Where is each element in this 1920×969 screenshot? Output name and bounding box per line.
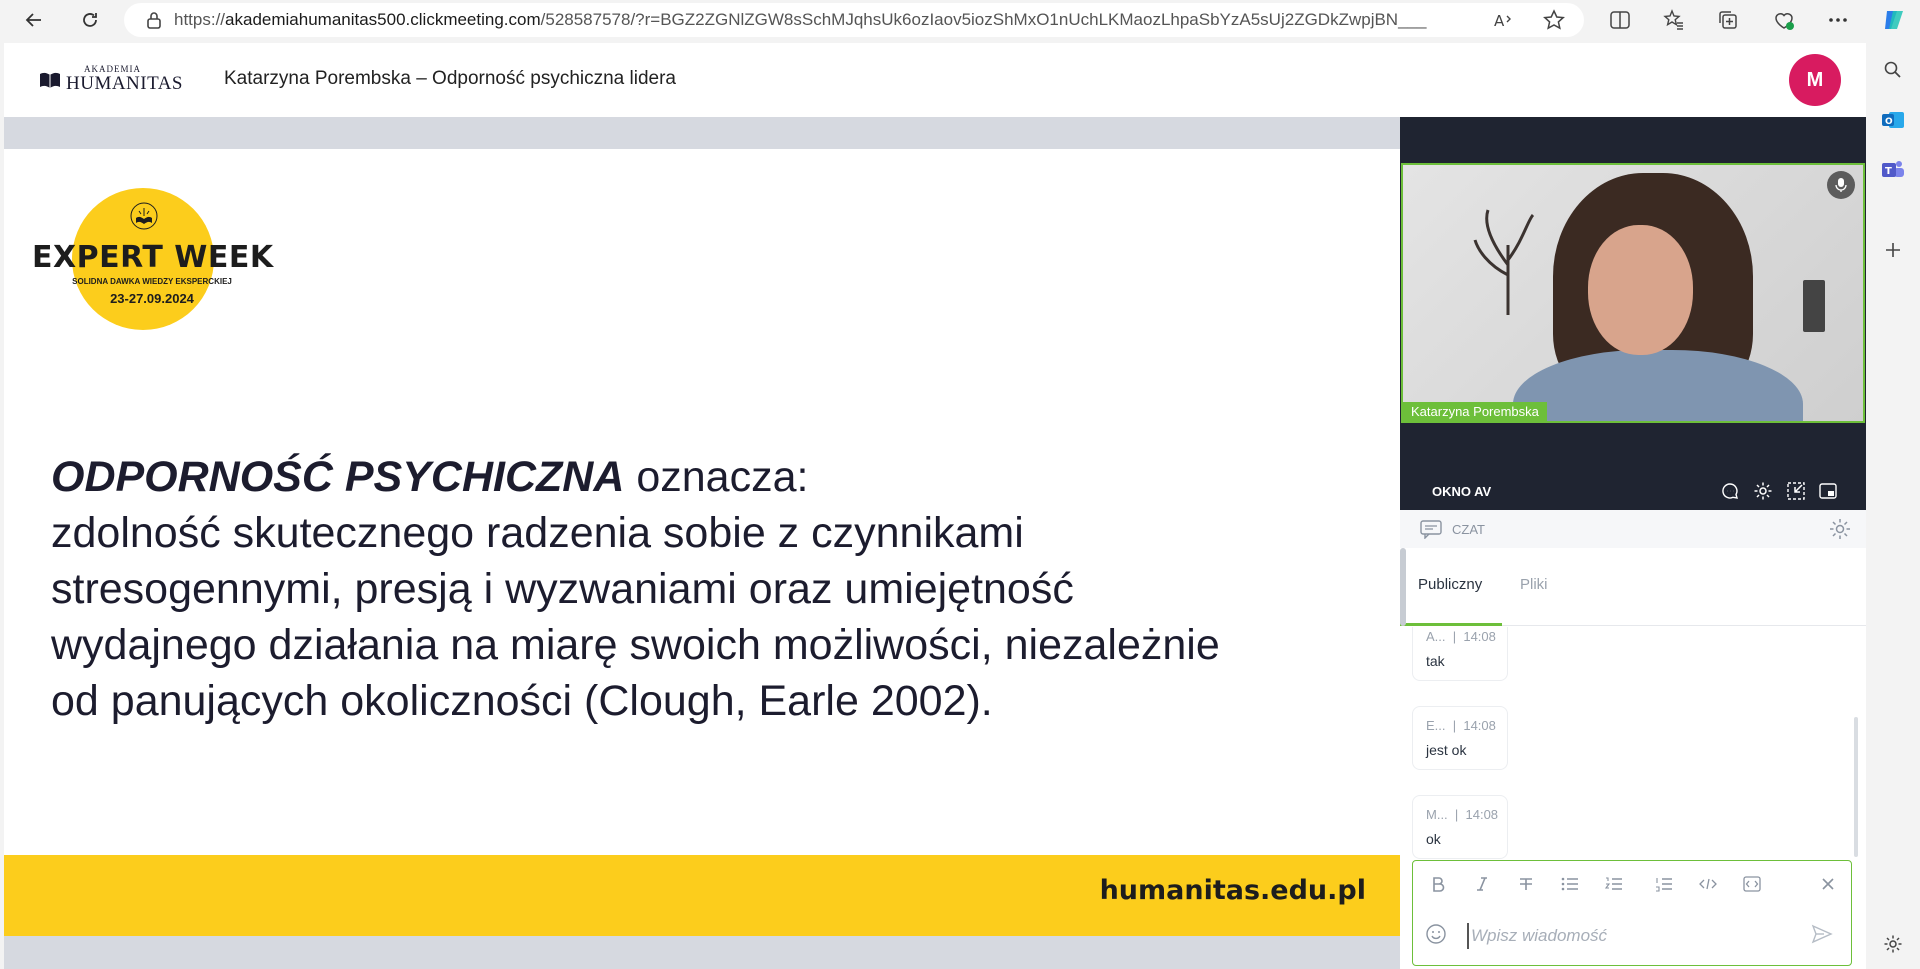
message-meta: A... | 14:08 [1426,629,1496,644]
slide-line-1: zdolność skutecznego radzenia sobie z cz… [51,509,1024,557]
slide-line-3: wydajnego działania na miarę swoich możl… [51,621,1220,669]
close-icon[interactable] [1815,871,1841,897]
more-icon[interactable] [1824,6,1852,34]
chat-scrollbar[interactable] [1854,717,1858,857]
minimize-video-icon[interactable] [1784,479,1808,503]
svg-text:O: O [1885,117,1893,127]
slide-body: ODPORNOŚĆ PSYCHICZNA oznacza: zdolność s… [51,449,1381,729]
send-icon[interactable] [1811,923,1837,949]
slide-line-4: od panujących okoliczności (Clough, Earl… [51,677,993,725]
message-input[interactable] [1467,923,1797,949]
side-panel: Katarzyna Porembska OKNO AV CZAT Publicz… [1400,117,1866,969]
favorite-icon[interactable] [1540,6,1568,34]
tab-files[interactable]: Pliki [1520,576,1548,593]
message-meta: E... | 14:08 [1426,718,1496,733]
presentation-area: EXPERT WEEK SOLIDNA DAWKA WIEDZY EKSPERC… [4,117,1400,969]
chat-title: CZAT [1452,522,1485,537]
address-bar[interactable]: https://akademiahumanitas500.clickmeetin… [124,3,1584,37]
bold-icon[interactable] [1425,871,1451,897]
badge-title: EXPERT WEEK [32,240,274,275]
meeting-title: Katarzyna Porembska – Odporność psychicz… [224,68,677,89]
presenter-video[interactable]: Katarzyna Porembska [1401,163,1865,423]
svg-text:T: T [1885,166,1892,177]
refresh-icon[interactable] [72,2,108,38]
browser-sidebar: O T [1866,40,1920,969]
bullet-list-icon[interactable] [1557,871,1583,897]
user-avatar[interactable]: M [1789,54,1841,106]
presenter-body [1513,350,1803,421]
chat-message: E... | 14:08 jest ok [1412,706,1508,770]
wall-switch [1803,280,1825,332]
meeting-page: AKADEMIA HUMANITAS Katarzyna Porembska –… [4,43,1866,969]
plant-decoration [1473,209,1535,315]
url-domain: akademiahumanitas500.clickmeeting.com [225,10,541,29]
browser-toolbar: https://akademiahumanitas500.clickmeetin… [0,0,1920,40]
panel-resize-handle[interactable] [1400,548,1406,626]
chat-tabs: Publiczny Pliki [1400,548,1866,626]
chat-message: M... | 14:08 ok [1412,795,1508,859]
strikethrough-icon[interactable] [1513,871,1539,897]
chat-header: CZAT [1400,510,1866,548]
search-icon[interactable] [1879,56,1907,84]
presenter-face [1588,225,1693,355]
lock-icon[interactable] [146,11,162,34]
footer-url: humanitas.edu.pl [1099,875,1366,906]
crest-icon [130,202,158,230]
slide-heading-rest: oznacza: [624,453,809,501]
code-block-icon[interactable] [1739,871,1765,897]
video-area: Katarzyna Porembska [1400,117,1866,472]
copilot-icon[interactable] [1880,6,1908,34]
message-text: tak [1426,653,1445,669]
chat-settings-icon[interactable] [1828,517,1852,546]
split-screen-icon[interactable] [1606,6,1634,34]
message-text: ok [1426,831,1441,847]
chat-messages: A... | 14:08 tak E... | 14:08 jest ok M.… [1400,627,1866,859]
outlook-icon[interactable]: O [1879,106,1907,134]
av-window-label: OKNO AV [1432,484,1492,499]
chat-bubble-icon[interactable] [1718,479,1742,503]
add-icon[interactable] [1879,236,1907,264]
url-path: /528587578/?r=BGZ2ZGNlZGW8sSchMJqhsUk6oz… [540,10,1427,29]
teams-icon[interactable]: T [1879,156,1907,184]
code-icon[interactable] [1695,871,1721,897]
popout-video-icon[interactable] [1816,479,1840,503]
chat-icon [1420,520,1442,539]
app-header: AKADEMIA HUMANITAS Katarzyna Porembska –… [4,43,1866,117]
slide-line-2: stresogennymi, presją i wyzwaniami oraz … [51,565,1074,613]
settings-icon[interactable] [1879,930,1907,958]
url-prefix: https:// [174,10,226,29]
favorites-icon[interactable] [1660,6,1688,34]
emoji-icon[interactable] [1425,923,1451,949]
presenter-name-tag: Katarzyna Porembska [1403,402,1547,421]
slide-footer: humanitas.edu.pl [4,855,1400,936]
message-meta: M... | 14:08 [1426,807,1499,822]
message-composer [1412,860,1852,966]
italic-icon[interactable] [1469,871,1495,897]
chat-message: A... | 14:08 tak [1412,627,1508,681]
svg-text:A: A [1494,12,1505,29]
humanitas-logo[interactable]: AKADEMIA HUMANITAS [38,65,183,93]
ordered-list-icon[interactable] [1651,871,1677,897]
av-window-bar: OKNO AV [1400,472,1866,510]
slide: EXPERT WEEK SOLIDNA DAWKA WIEDZY EKSPERC… [4,149,1400,936]
collections-icon[interactable] [1714,6,1742,34]
active-tab-indicator [1400,623,1502,626]
numbered-list-icon[interactable] [1601,871,1627,897]
badge-subtitle: SOLIDNA DAWKA WIEDZY EKSPERCKIEJ [72,277,232,286]
message-text: jest ok [1426,742,1467,758]
logo-big-text: HUMANITAS [66,73,183,94]
av-settings-icon[interactable] [1751,479,1775,503]
read-aloud-icon[interactable]: A [1490,6,1518,34]
browser-essentials-icon[interactable] [1770,6,1798,34]
book-icon [40,72,60,88]
back-icon[interactable] [16,2,52,38]
microphone-icon[interactable] [1827,171,1855,199]
slide-heading: ODPORNOŚĆ PSYCHICZNA [51,453,625,501]
tab-public[interactable]: Publiczny [1418,576,1482,593]
badge-date: 23-27.09.2024 [110,291,194,306]
